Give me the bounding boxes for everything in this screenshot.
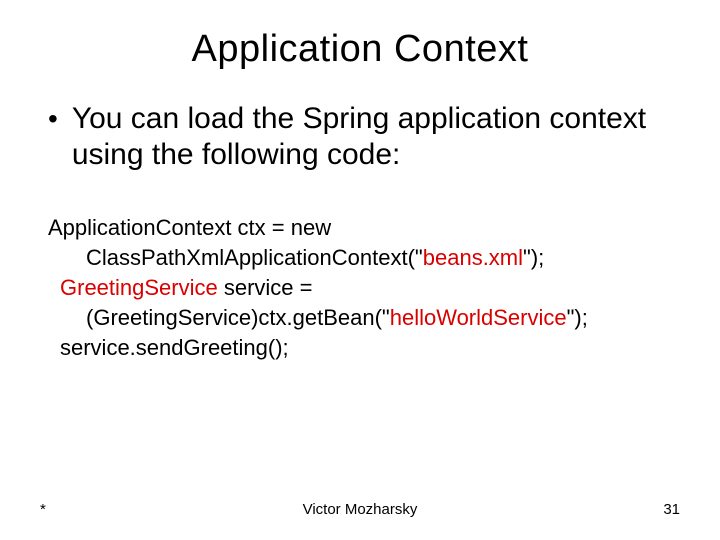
code-seg: (GreetingService)ctx.getBean("	[86, 305, 390, 330]
code-seg: service =	[218, 275, 313, 300]
bullet-text: You can load the Spring application cont…	[72, 101, 680, 173]
footer-center: Victor Mozharsky	[0, 501, 720, 518]
code-line-2: ClassPathXmlApplicationContext("beans.xm…	[48, 243, 680, 273]
bullet-marker: •	[48, 101, 58, 137]
code-block: ApplicationContext ctx = new ClassPathXm…	[40, 213, 680, 363]
code-seg: ");	[567, 305, 588, 330]
code-highlight-beans: beans.xml	[423, 245, 523, 270]
code-highlight-greeting: GreetingService	[60, 275, 218, 300]
code-highlight-service: helloWorldService	[390, 305, 567, 330]
code-line-3: GreetingService service =	[48, 273, 680, 303]
code-line-4: (GreetingService)ctx.getBean("helloWorld…	[48, 303, 680, 333]
footer-left: *	[40, 501, 46, 518]
slide: Application Context • You can load the S…	[0, 0, 720, 540]
code-line-1: ApplicationContext ctx = new	[48, 213, 680, 243]
code-seg: ");	[523, 245, 544, 270]
bullet-item: • You can load the Spring application co…	[40, 101, 680, 173]
code-line-5: service.sendGreeting();	[48, 333, 680, 363]
footer: * Victor Mozharsky 31	[0, 501, 720, 518]
code-seg: ClassPathXmlApplicationContext("	[86, 245, 423, 270]
slide-number: 31	[663, 501, 680, 518]
slide-title: Application Context	[40, 28, 680, 71]
